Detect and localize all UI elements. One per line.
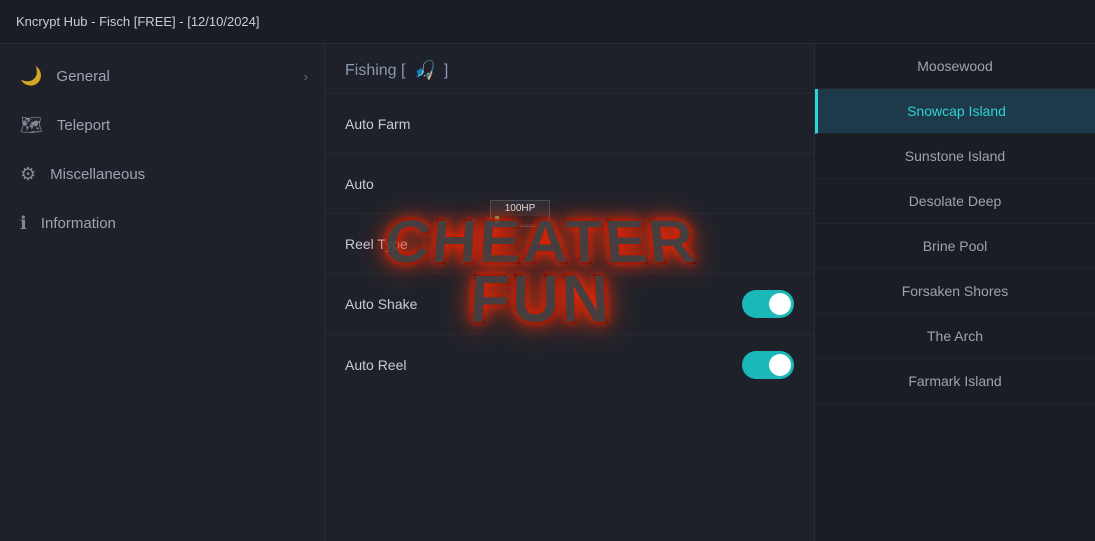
sidebar-item-information[interactable]: ℹ Information bbox=[0, 199, 324, 248]
location-moosewood[interactable]: Moosewood bbox=[815, 44, 1095, 89]
hp-bar-label: 100HP bbox=[505, 203, 536, 214]
app-title: Kncrypt Hub - Fisch [FREE] - [12/10/2024… bbox=[16, 14, 260, 29]
auto-shake-toggle[interactable] bbox=[742, 290, 794, 318]
auto-reel-toggle[interactable] bbox=[742, 351, 794, 379]
location-desolate-deep[interactable]: Desolate Deep bbox=[815, 179, 1095, 224]
moon-icon: 🌙 bbox=[20, 66, 42, 87]
hp-bar-fill bbox=[495, 216, 499, 224]
auto-label: Auto bbox=[345, 176, 374, 192]
feature-row-auto: Auto bbox=[325, 153, 814, 213]
fishing-section-title: Fishing [ 🎣 ] bbox=[325, 44, 814, 93]
top-bar: Kncrypt Hub - Fisch [FREE] - [12/10/2024… bbox=[0, 0, 1095, 44]
fishing-icon: 🎣 bbox=[413, 60, 435, 81]
auto-farm-label: Auto Farm bbox=[345, 116, 410, 132]
fishing-label-end: ] bbox=[444, 62, 448, 80]
sidebar-item-label-information: Information bbox=[41, 215, 116, 232]
info-icon: ℹ bbox=[20, 213, 27, 234]
sidebar-item-teleport[interactable]: 🗺 Teleport bbox=[0, 101, 324, 150]
reel-type-label: Reel Type bbox=[345, 236, 408, 252]
feature-row-auto-farm: Auto Farm bbox=[325, 93, 814, 153]
feature-row-auto-shake: Auto Shake bbox=[325, 273, 814, 334]
right-panel: Moosewood Snowcap Island Sunstone Island… bbox=[815, 44, 1095, 541]
map-icon: 🗺 bbox=[20, 115, 43, 136]
auto-reel-label: Auto Reel bbox=[345, 357, 406, 373]
feature-row-reel-type: Reel Type bbox=[325, 213, 814, 273]
sidebar-item-label-teleport: Teleport bbox=[57, 117, 110, 134]
location-forsaken-shores[interactable]: Forsaken Shores bbox=[815, 269, 1095, 314]
fishing-label: Fishing [ bbox=[345, 62, 405, 80]
settings-icon: ⚙ bbox=[20, 164, 36, 185]
main-content: Fishing [ 🎣 ] Auto Farm Auto Reel Type A… bbox=[325, 44, 815, 541]
sidebar-item-general[interactable]: 🌙 General › bbox=[0, 52, 324, 101]
hp-bar-track bbox=[495, 216, 547, 224]
sidebar-item-label-general: General bbox=[56, 68, 109, 85]
auto-shake-label: Auto Shake bbox=[345, 296, 417, 312]
chevron-right-icon: › bbox=[304, 69, 308, 84]
sidebar-item-miscellaneous[interactable]: ⚙ Miscellaneous bbox=[0, 150, 324, 199]
location-the-arch[interactable]: The Arch bbox=[815, 314, 1095, 359]
hp-bar-overlay: 100HP bbox=[490, 200, 550, 227]
sidebar-item-label-miscellaneous: Miscellaneous bbox=[50, 166, 145, 183]
location-farmark-island[interactable]: Farmark Island bbox=[815, 359, 1095, 404]
feature-row-auto-reel: Auto Reel bbox=[325, 334, 814, 395]
location-sunstone-island[interactable]: Sunstone Island bbox=[815, 134, 1095, 179]
sidebar: 🌙 General › 🗺 Teleport ⚙ Miscellaneous ℹ… bbox=[0, 44, 325, 541]
location-brine-pool[interactable]: Brine Pool bbox=[815, 224, 1095, 269]
location-snowcap-island[interactable]: Snowcap Island bbox=[815, 89, 1095, 134]
hp-bar-container: 100HP bbox=[490, 200, 550, 227]
